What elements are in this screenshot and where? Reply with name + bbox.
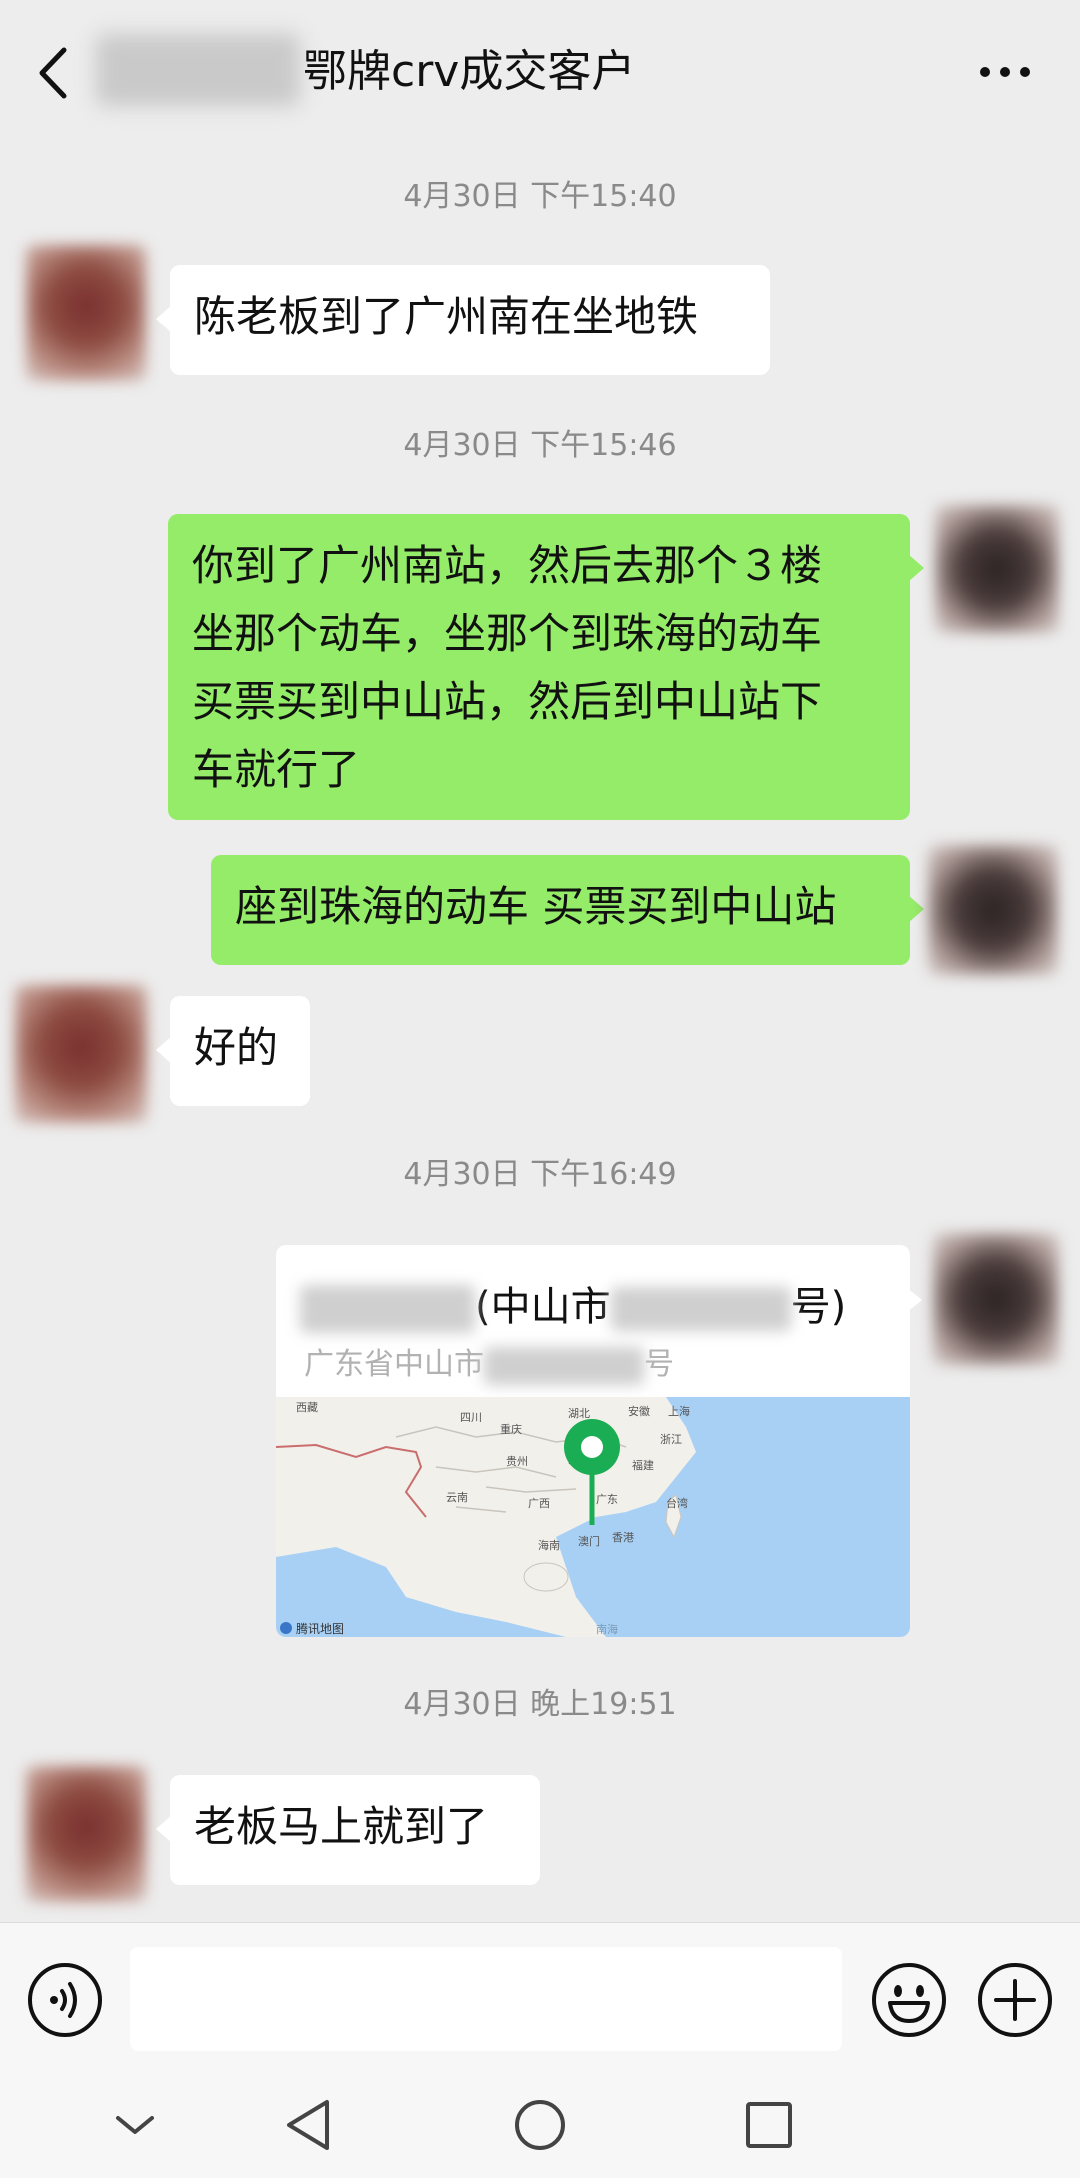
- contact-avatar[interactable]: [15, 985, 147, 1123]
- map-label: 贵州: [506, 1455, 528, 1468]
- map-preview[interactable]: 西藏 四川 湖北 安徽 上海 重庆 浙江 贵州 湖南 福建 云南 广西 广东 台…: [276, 1397, 910, 1637]
- more-button[interactable]: [975, 48, 1035, 96]
- map-brand-text: 腾讯地图: [296, 1621, 344, 1636]
- incoming-message[interactable]: 好的: [156, 996, 310, 1106]
- redacted-address: [484, 1346, 644, 1385]
- nav-recent-button[interactable]: [734, 2090, 804, 2160]
- map-label: 福建: [632, 1458, 654, 1472]
- message-list[interactable]: 4月30日 下午15:40 陈老板到了广州南在坐地铁 4月30日 下午15:46…: [0, 140, 1080, 1922]
- square-recent-icon: [746, 2102, 792, 2148]
- chevron-left-icon: [39, 47, 67, 99]
- my-avatar[interactable]: [933, 1233, 1059, 1365]
- map-label: 浙江: [660, 1433, 682, 1446]
- message-line: 买票买到中山站，然后到中山站下: [192, 677, 823, 726]
- map-label: 湖北: [568, 1407, 590, 1420]
- system-nav-bar: [0, 2072, 1080, 2178]
- emoji-icon: [872, 1963, 946, 2037]
- contact-avatar[interactable]: [26, 245, 146, 381]
- timestamp: 4月30日 下午15:46: [403, 428, 677, 463]
- location-card[interactable]: (中山市 号) 广东省中山市 号 西藏 四川 湖北 安徽 上海 重庆 浙江 贵州 …: [276, 1245, 910, 1637]
- voice-icon: [28, 1963, 102, 2037]
- china-map: 西藏 四川 湖北 安徽 上海 重庆 浙江 贵州 湖南 福建 云南 广西 广东 台…: [276, 1397, 910, 1637]
- emoji-button[interactable]: [870, 1961, 948, 2039]
- map-label: 海南: [538, 1538, 560, 1552]
- location-address: 广东省中山市 号: [304, 1345, 674, 1385]
- plus-icon: [978, 1963, 1052, 2037]
- my-avatar[interactable]: [928, 845, 1058, 975]
- map-label: 西藏: [296, 1401, 318, 1414]
- map-label: 台湾: [666, 1496, 688, 1510]
- card-tail: [906, 1287, 922, 1313]
- message-line: 坐那个动车，坐那个到珠海的动车: [192, 609, 823, 658]
- timestamp: 4月30日 下午16:49: [403, 1157, 677, 1192]
- message-text: 陈老板到了广州南在坐地铁: [194, 292, 699, 341]
- message-input[interactable]: [130, 1947, 842, 2051]
- message-line: 车就行了: [192, 745, 361, 794]
- map-label: 香港: [612, 1531, 634, 1544]
- map-label: 安徽: [628, 1404, 650, 1418]
- map-label: 澳门: [578, 1534, 600, 1548]
- outgoing-message[interactable]: 你到了广州南站，然后去那个３楼 坐那个动车，坐那个到珠海的动车 买票买到中山站，…: [168, 514, 924, 820]
- map-label: 四川: [460, 1411, 482, 1424]
- redacted-title-prefix: [96, 34, 300, 106]
- location-title: (中山市 号): [300, 1279, 846, 1335]
- chat-title: 鄂牌crv成交客户: [303, 46, 636, 97]
- chevron-down-icon: [116, 2116, 154, 2134]
- timestamp: 4月30日 下午15:40: [403, 179, 677, 214]
- outgoing-message[interactable]: 座到珠海的动车 买票买到中山站: [211, 855, 924, 965]
- map-label: 南海: [596, 1622, 618, 1636]
- map-label: 重庆: [500, 1422, 522, 1436]
- location-title-end: 号): [790, 1284, 847, 1330]
- voice-button[interactable]: [26, 1961, 104, 2039]
- nav-back-button[interactable]: [275, 2090, 345, 2160]
- chat-header: 鄂牌crv成交客户: [0, 0, 1080, 140]
- chat-screen: 鄂牌crv成交客户 4月30日 下午15:40 陈老板到了广州南在坐地铁 4月3…: [0, 0, 1080, 2178]
- more-dots-icon: [980, 67, 1030, 77]
- map-label: 广西: [528, 1497, 550, 1510]
- triangle-back-icon: [287, 2100, 329, 2150]
- my-avatar[interactable]: [935, 505, 1059, 633]
- incoming-message[interactable]: 陈老板到了广州南在坐地铁: [156, 265, 770, 375]
- address-start: 广东省中山市: [304, 1347, 484, 1382]
- message-text: 座到珠海的动车 买票买到中山站: [235, 882, 837, 931]
- message-text: 好的: [194, 1023, 279, 1072]
- back-button[interactable]: [28, 38, 84, 108]
- location-title-middle: (中山市: [475, 1284, 611, 1330]
- circle-home-icon: [515, 2100, 565, 2150]
- address-end: 号: [644, 1347, 674, 1382]
- input-bar: [0, 1922, 1080, 2073]
- map-label: 广东: [596, 1493, 618, 1506]
- plus-button[interactable]: [976, 1961, 1054, 2039]
- nav-home-button[interactable]: [505, 2090, 575, 2160]
- map-label: 上海: [668, 1404, 690, 1418]
- map-label: 云南: [446, 1491, 468, 1504]
- redacted-street: [610, 1287, 791, 1331]
- redacted-place-name: [300, 1285, 475, 1333]
- nav-hide-button[interactable]: [100, 2090, 170, 2160]
- message-line: 你到了广州南站，然后去那个３楼: [192, 541, 823, 590]
